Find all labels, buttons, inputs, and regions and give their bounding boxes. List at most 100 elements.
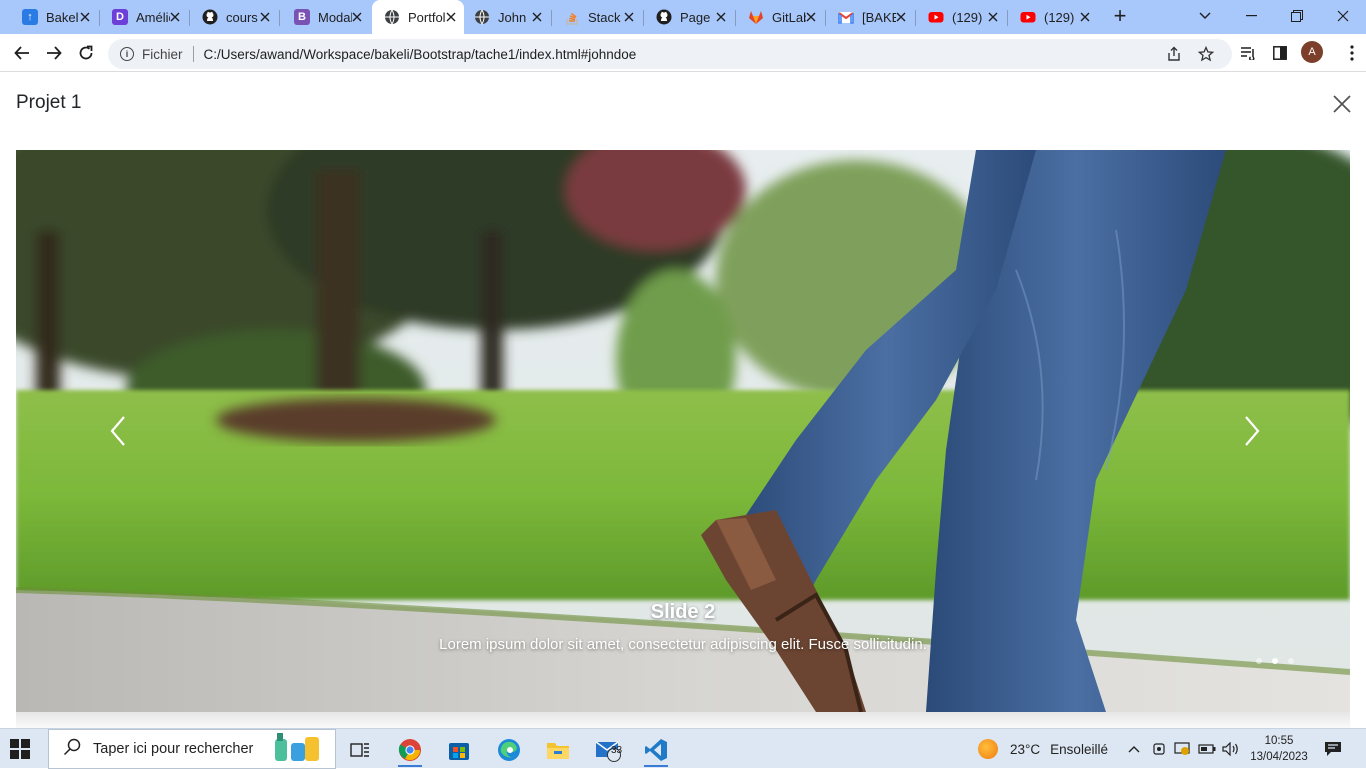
tab-close-icon[interactable] <box>260 10 270 25</box>
carousel <box>16 150 1350 712</box>
modal-close-button[interactable] <box>1330 92 1354 116</box>
scheme-label: Fichier <box>142 46 183 62</box>
vscode-icon[interactable] <box>636 733 676 767</box>
browser-tab[interactable]: D Amélie <box>100 0 188 34</box>
clock-date: 13/04/2023 <box>1250 751 1308 763</box>
tab-close-icon[interactable] <box>532 10 542 25</box>
browser-tab[interactable]: John <box>462 0 550 34</box>
file-explorer-icon[interactable] <box>538 733 578 767</box>
forward-button[interactable] <box>42 41 66 65</box>
tab-title: Bakel <box>46 9 79 25</box>
modal-title: Projet 1 <box>16 92 82 113</box>
weather-widget[interactable]: 23°C Ensoleillé <box>978 729 1108 769</box>
browser-tab[interactable]: cours <box>190 0 278 34</box>
tab-close-icon[interactable] <box>896 10 906 25</box>
tab-title: John <box>498 9 527 25</box>
github-icon <box>202 9 218 25</box>
youtube-icon <box>1020 9 1036 25</box>
browser-tab[interactable]: ↑ Bakel <box>10 0 98 34</box>
browser-tab[interactable]: GitLab <box>736 0 824 34</box>
github-icon <box>656 9 672 25</box>
carousel-caption-text: Lorem ipsum dolor sit amet, consectetur … <box>439 636 927 653</box>
tab-favicon-icon: B <box>294 9 310 25</box>
tray-overflow-chevron-icon[interactable] <box>1128 729 1140 769</box>
battery-icon[interactable] <box>1198 729 1216 769</box>
tab-search-chevron-icon[interactable] <box>1182 0 1228 32</box>
tab-close-icon[interactable] <box>806 10 816 25</box>
tab-close-icon[interactable] <box>1080 10 1090 25</box>
search-placeholder: Taper ici pour rechercher <box>93 741 254 757</box>
gmail-icon <box>838 9 854 25</box>
side-panel-icon[interactable] <box>1268 41 1292 65</box>
tab-title: (129) <box>1044 9 1075 25</box>
tab-close-icon[interactable] <box>988 10 998 25</box>
tab-close-icon[interactable] <box>716 10 726 25</box>
address-divider <box>192 46 194 62</box>
chevron-right-icon <box>1245 416 1260 446</box>
windows-start-button[interactable] <box>10 739 30 759</box>
browser-toolbar: i Fichier C:/Users/awand/Workspace/bakel… <box>0 34 1366 72</box>
tab-title: (129) <box>952 9 983 25</box>
modal-footer-edge <box>16 712 1350 728</box>
notifications-icon[interactable] <box>1324 729 1342 769</box>
tab-title: Amélie <box>136 9 170 25</box>
browser-tab[interactable]: Page <box>644 0 734 34</box>
browser-tab[interactable]: Portfolio <box>372 0 464 34</box>
tab-title: [BAKELI] <box>862 9 896 25</box>
taskbar-search-box[interactable]: Taper ici pour rechercher <box>48 729 336 769</box>
tab-close-icon[interactable] <box>170 10 180 25</box>
share-icon[interactable] <box>1166 39 1182 69</box>
site-info-icon[interactable]: i <box>120 47 134 61</box>
tab-title: Portfolio <box>408 9 446 25</box>
clock-time: 10:55 <box>1264 735 1294 747</box>
gitlab-icon <box>748 9 764 25</box>
url-text[interactable]: C:/Users/awand/Workspace/bakeli/Bootstra… <box>204 47 637 62</box>
microsoft-store-icon[interactable] <box>439 733 479 767</box>
browser-tab[interactable]: [BAKELI] <box>826 0 914 34</box>
tab-strip: ↑ Bakel D Amélie cours B Modal Portfolio John Sta… <box>0 0 1366 34</box>
restore-button[interactable] <box>1274 0 1320 32</box>
carousel-prev-button[interactable] <box>104 412 136 450</box>
tab-close-icon[interactable] <box>446 10 456 25</box>
taskbar-clock[interactable]: 10:55 13/04/2023 <box>1248 733 1310 765</box>
profile-avatar[interactable]: A <box>1301 41 1323 63</box>
mail-icon[interactable]: 33 <box>589 733 629 767</box>
globe-icon <box>384 9 400 25</box>
bookmark-star-icon[interactable] <box>1198 39 1214 69</box>
close-icon <box>1333 95 1351 113</box>
carousel-next-button[interactable] <box>1234 412 1266 450</box>
tab-close-icon[interactable] <box>352 10 362 25</box>
tab-title: GitLab <box>772 9 806 25</box>
windows-taskbar: Taper ici pour rechercher 33 23°C Ensole… <box>0 728 1366 769</box>
carousel-indicator[interactable] <box>1256 658 1262 664</box>
tab-separator <box>279 10 280 26</box>
meet-now-icon[interactable] <box>1152 729 1166 769</box>
tab-favicon-icon: D <box>112 9 128 25</box>
edge-icon[interactable] <box>489 733 529 767</box>
browser-tab[interactable]: Stack <box>552 0 642 34</box>
task-view-icon[interactable] <box>340 733 380 767</box>
tab-close-icon[interactable] <box>624 10 634 25</box>
volume-icon[interactable] <box>1222 729 1240 769</box>
weather-desc: Ensoleillé <box>1050 741 1108 757</box>
cleaning-products-icon <box>269 731 325 767</box>
close-window-button[interactable] <box>1320 0 1366 32</box>
back-button[interactable] <box>10 41 34 65</box>
chevron-left-icon <box>110 416 125 446</box>
reload-button[interactable] <box>74 41 98 65</box>
sun-icon <box>978 739 998 759</box>
minimize-button[interactable] <box>1228 0 1274 32</box>
media-queue-icon[interactable] <box>1236 41 1260 65</box>
browser-tab[interactable]: (129) <box>916 0 1006 34</box>
globe-icon <box>474 9 490 25</box>
update-icon[interactable] <box>1174 729 1190 769</box>
tab-close-icon[interactable] <box>80 10 90 25</box>
menu-kebab-icon[interactable] <box>1340 41 1364 65</box>
chrome-taskbar-icon[interactable] <box>390 733 430 767</box>
browser-tab[interactable]: B Modal <box>282 0 370 34</box>
carousel-indicator-active[interactable] <box>1272 658 1278 664</box>
browser-tab[interactable]: (129) <box>1008 0 1098 34</box>
new-tab-button[interactable]: + <box>1108 4 1132 28</box>
carousel-indicator[interactable] <box>1288 658 1294 664</box>
address-bar[interactable]: i Fichier C:/Users/awand/Workspace/bakel… <box>108 39 1232 69</box>
